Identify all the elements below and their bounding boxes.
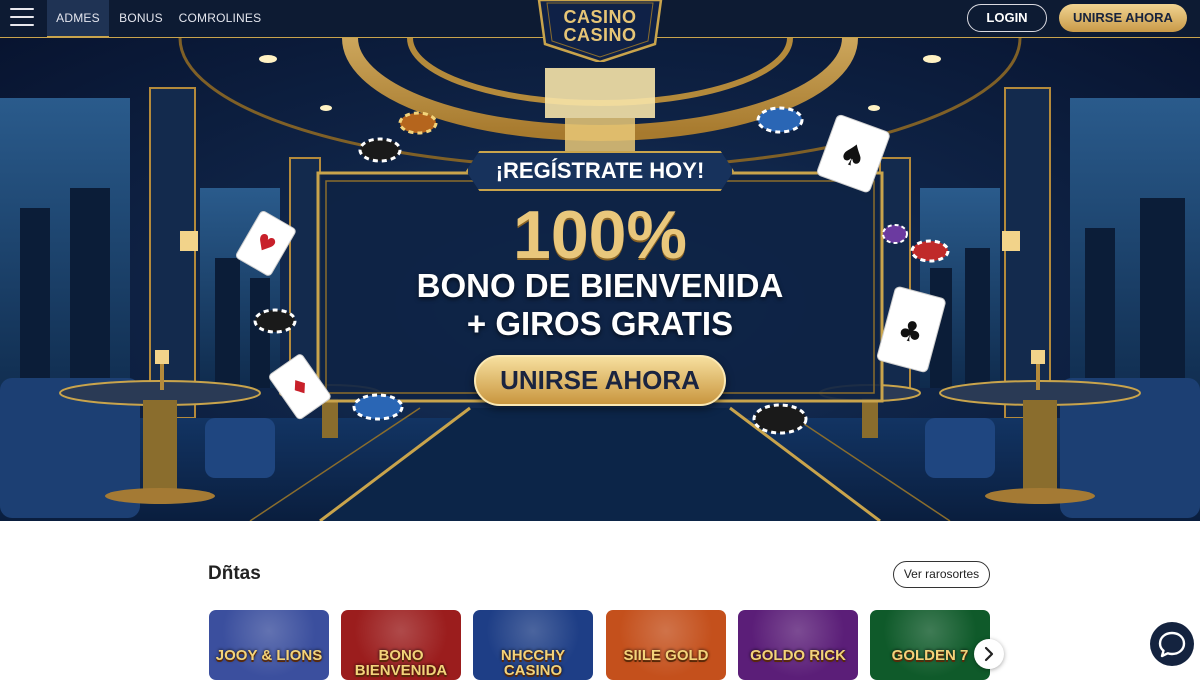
hero-join-button[interactable]: UNIRSE AHORA [474,355,726,406]
games-section-title: Dñtas [208,563,261,584]
login-button[interactable]: LOGIN [967,4,1047,32]
casino-logo[interactable]: CASINO CASINO [537,0,663,64]
nav-link-bonus[interactable]: BONUS [115,0,167,38]
chevron-right-icon[interactable] [974,639,1004,669]
bonus-line-1: BONO DE BIENVENIDA [416,267,784,304]
game-tile-title: SIILE GOLD [623,647,709,664]
game-tile[interactable]: GOLDEN 7 [870,610,990,680]
game-tile-title: GOLDO RICK [750,647,846,664]
game-tile-title: BONO BIENVENIDA [354,647,448,679]
game-tile-title: GOLDEN 7 [891,647,969,664]
logo-line-2: CASINO [563,25,637,45]
bonus-percent: 100% [513,197,687,273]
game-tile[interactable]: JOOY & LIONS [209,610,329,680]
nav-link-admes[interactable]: ADMES [47,0,109,38]
game-tile[interactable]: GOLDO RICK [738,610,858,680]
register-badge-text: ¡REGÍSTRATE HOY! [495,158,705,183]
game-tile[interactable]: NHCCHY CASINO [473,610,593,680]
bonus-line-2: + GIROS GRATIS [466,305,734,342]
game-tile-title: JOOY & LIONS [215,647,323,664]
hero-banner: ♥ ♠ ♣ ♦ ¡REGÍSTRATE HOY! 100% BONO DE BI… [0,38,1200,521]
see-all-button[interactable]: Ver rarosortes [893,561,990,588]
game-tile[interactable]: BONO BIENVENIDA [341,610,461,680]
nav-link-comrolines[interactable]: COMROLINES [178,0,262,38]
logo-line-1: CASINO [563,7,637,27]
hamburger-icon[interactable] [10,8,34,28]
join-button[interactable]: UNIRSE AHORA [1059,4,1187,32]
game-tile-title: NHCCHY CASINO [500,647,566,679]
chat-bubble-icon[interactable] [1150,622,1194,666]
game-tile[interactable]: SIILE GOLD [606,610,726,680]
